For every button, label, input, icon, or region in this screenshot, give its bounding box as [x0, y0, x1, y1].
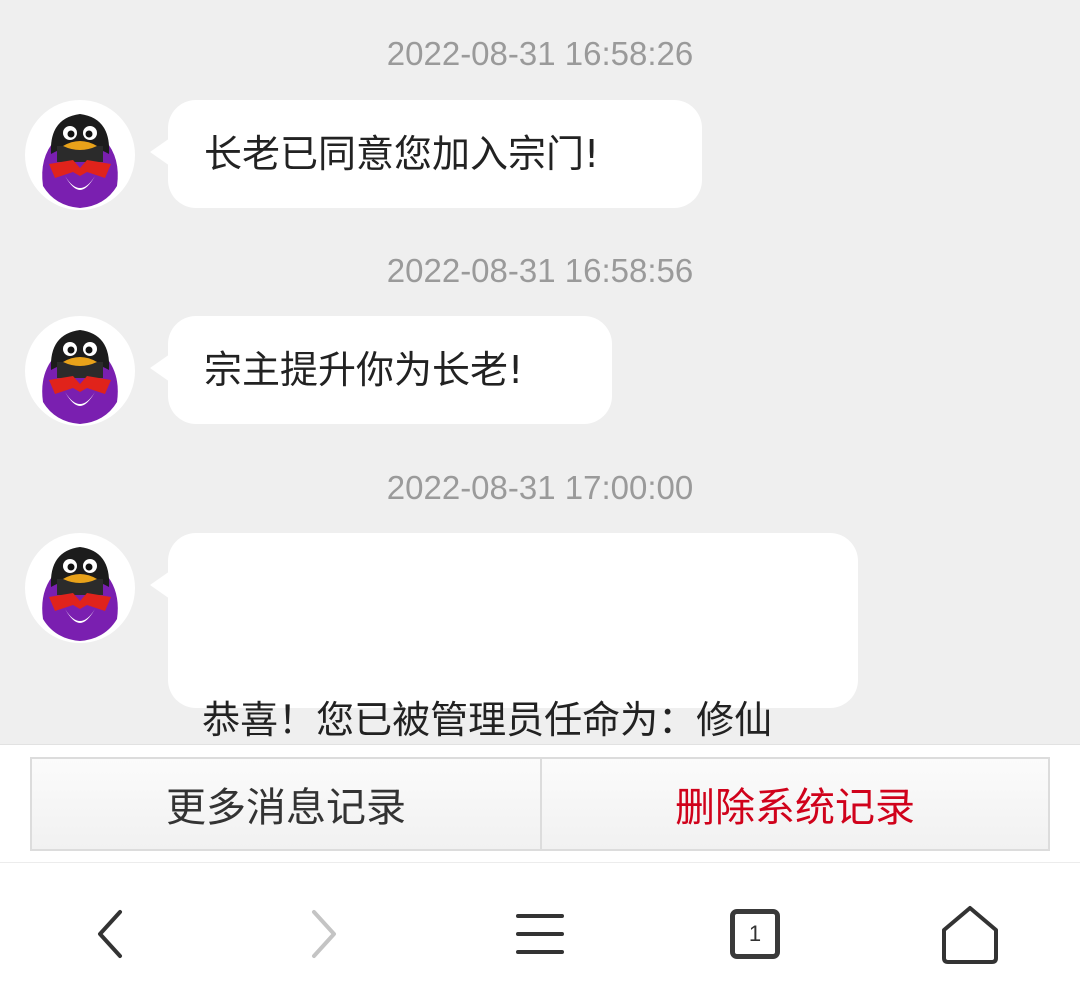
forward-button[interactable]	[284, 899, 364, 969]
qq-penguin-icon	[42, 547, 118, 641]
system-avatar[interactable]	[25, 100, 135, 210]
system-avatar[interactable]	[25, 316, 135, 426]
home-icon	[942, 906, 998, 964]
tab-count: 1	[730, 909, 780, 959]
chevron-right-icon	[312, 910, 336, 958]
system-avatar[interactable]	[25, 533, 135, 643]
qq-penguin-icon	[42, 330, 118, 424]
message-timestamp: 2022-08-31 17:00:00	[386, 469, 694, 506]
browser-nav-bar: 1	[0, 862, 1080, 1006]
message-text: 长老已同意您加入宗门!	[204, 132, 600, 176]
chevron-left-icon	[98, 910, 122, 958]
message-bubble: 恭喜！您已被管理员任命为：修仙使。	[150, 533, 858, 812]
message-bubble: 长老已同意您加入宗门!	[150, 100, 702, 208]
menu-icon	[516, 914, 564, 954]
message-bubble: 宗主提升你为长老!	[150, 316, 612, 424]
qq-penguin-icon	[42, 114, 118, 208]
delete-system-records-button[interactable]: 删除系统记录	[540, 757, 1050, 851]
message-text: 宗主提升你为长老!	[204, 348, 524, 392]
record-action-bar: 更多消息记录 删除系统记录	[0, 744, 1080, 863]
back-button[interactable]	[70, 899, 150, 969]
message-list: 2022-08-31 16:58:26 长老已同意您加入宗门! 2022-08-…	[0, 0, 1080, 812]
tabs-button[interactable]: 1	[715, 899, 795, 969]
message-timestamp: 2022-08-31 16:58:56	[386, 252, 694, 289]
more-records-button[interactable]: 更多消息记录	[30, 757, 542, 851]
home-button[interactable]	[930, 899, 1010, 969]
message-timestamp: 2022-08-31 16:58:26	[386, 35, 694, 72]
menu-button[interactable]	[500, 899, 580, 969]
